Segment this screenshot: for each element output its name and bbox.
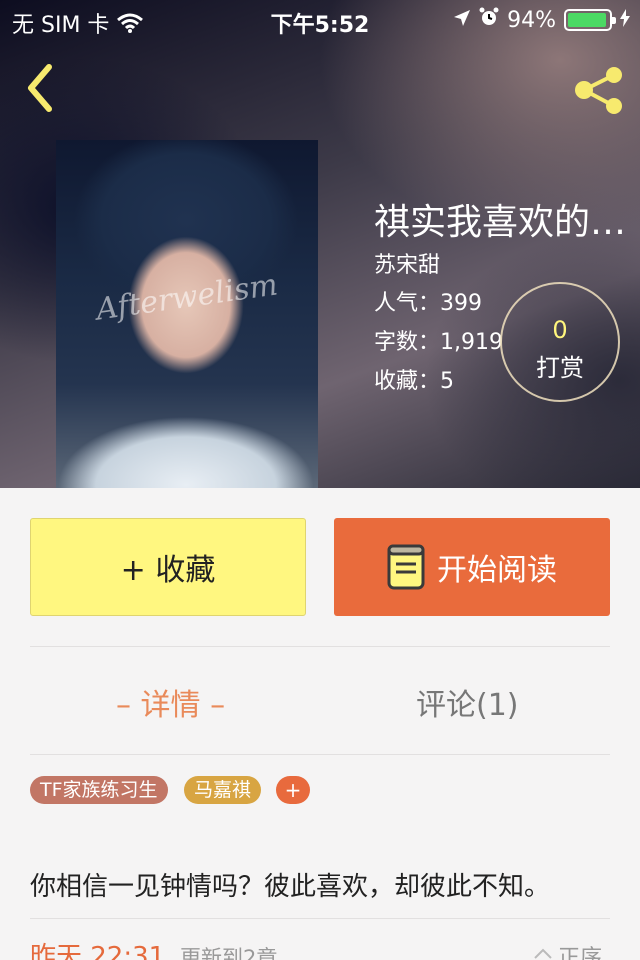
start-reading-button[interactable]: 开始阅读 xyxy=(334,518,610,616)
add-tag-button[interactable]: + xyxy=(276,776,310,804)
sort-arrow-icon xyxy=(534,948,552,959)
status-bar: 无 SIM 卡 下午5:52 94% xyxy=(0,0,640,40)
tag-ma-jiaqi[interactable]: 马嘉祺 xyxy=(184,776,262,804)
book-icon xyxy=(387,544,425,590)
cover-watermark: Afterwelism xyxy=(94,267,280,328)
update-time: 昨天 22:31 xyxy=(30,942,166,960)
book-header: 无 SIM 卡 下午5:52 94% Afterwelism 祺实我喜欢的… 苏… xyxy=(0,0,640,488)
battery-percent: 94% xyxy=(507,7,556,33)
book-synopsis: 你相信一见钟情吗？彼此喜欢，却彼此不知。 xyxy=(30,872,551,902)
tip-button[interactable]: 0 打赏 xyxy=(500,282,620,402)
back-button[interactable] xyxy=(18,60,62,116)
chevron-left-icon xyxy=(28,64,52,112)
tab-comments[interactable]: 评论(1) xyxy=(416,680,519,724)
book-title: 祺实我喜欢的… xyxy=(374,202,627,243)
tab-detail[interactable]: – 详情 – xyxy=(116,680,225,724)
word-count-stat: 字数：1,919 xyxy=(374,330,503,355)
book-author[interactable]: 苏宋甜 xyxy=(374,247,440,279)
divider xyxy=(30,646,610,647)
update-status: 更新到2章 xyxy=(180,946,278,960)
add-favorite-label: + 收藏 xyxy=(120,553,216,588)
popularity-stat: 人气：399 xyxy=(374,291,482,316)
book-cover-image[interactable]: Afterwelism xyxy=(56,140,318,488)
sort-order-button[interactable]: 正序 xyxy=(532,940,602,960)
location-arrow-icon xyxy=(453,8,471,33)
tip-label: 打赏 xyxy=(536,354,584,382)
divider xyxy=(30,918,610,919)
tag-tf-family[interactable]: TF家族练习生 xyxy=(30,776,168,804)
alarm-icon xyxy=(479,7,499,33)
add-favorite-button[interactable]: + 收藏 xyxy=(30,518,306,616)
charging-icon xyxy=(620,8,630,33)
start-reading-label: 开始阅读 xyxy=(437,553,557,588)
share-icon xyxy=(575,67,622,114)
tip-count: 0 xyxy=(552,316,568,344)
share-button[interactable] xyxy=(570,66,630,116)
sort-order-label: 正序 xyxy=(558,946,603,960)
divider xyxy=(30,754,610,755)
favorites-stat: 收藏：5 xyxy=(374,369,454,394)
battery-icon xyxy=(564,9,616,31)
